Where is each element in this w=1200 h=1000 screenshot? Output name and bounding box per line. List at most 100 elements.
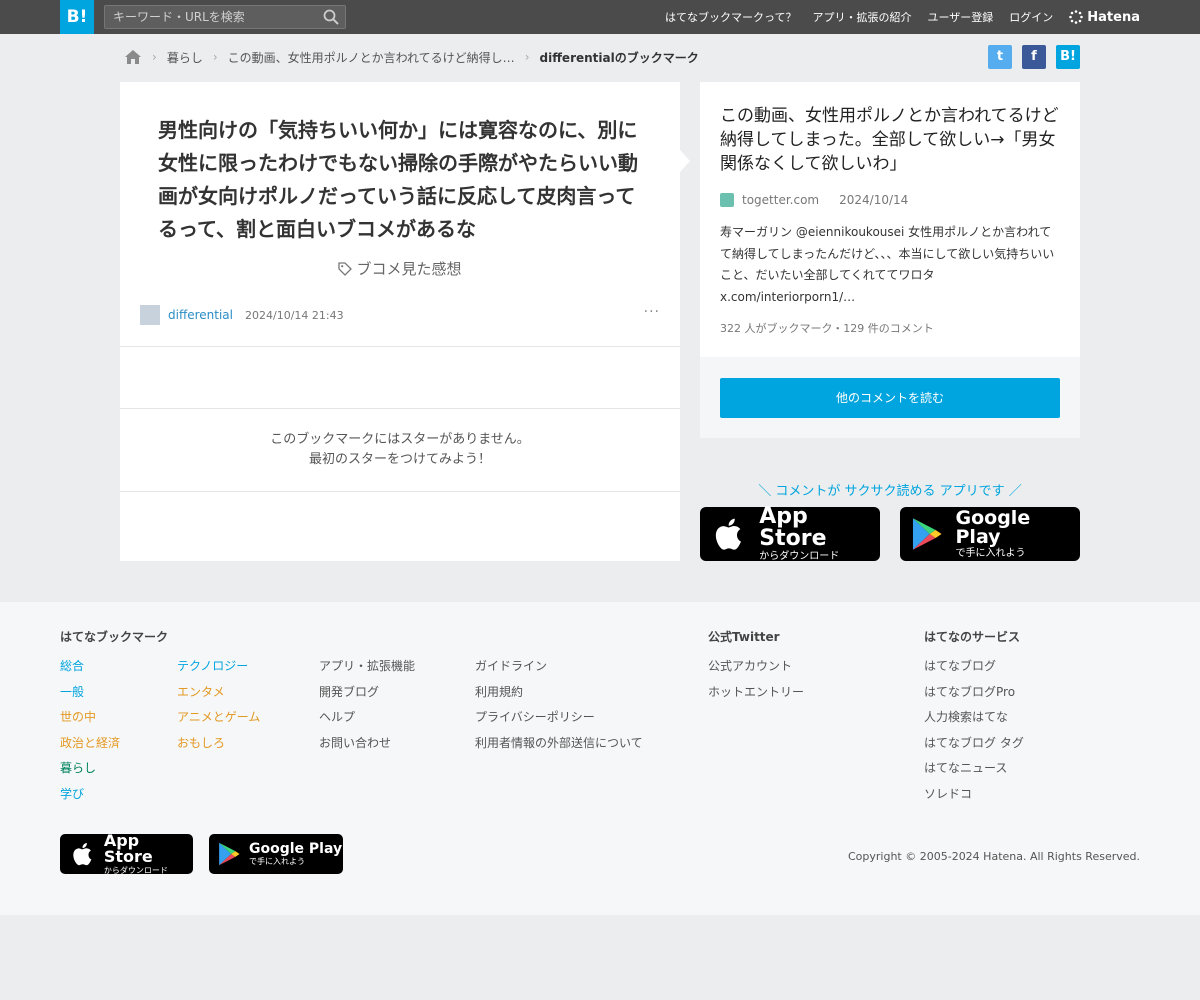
bookmark-card: 男性向けの「気持ちいい何か」には寛容なのに、別に女性に限ったわけでもない掃除の手… bbox=[120, 82, 680, 561]
footer-link-hotentry[interactable]: ホットエントリー bbox=[708, 680, 804, 706]
chevron-right-icon: › bbox=[152, 50, 157, 64]
footer-link-blog-pro[interactable]: はてなブログPro bbox=[924, 680, 1024, 706]
footer-category-col-2: テクノロジー エンタメ アニメとゲーム おもしろ bbox=[177, 654, 260, 756]
nav-about[interactable]: はてなブックマークって？ bbox=[665, 9, 796, 25]
footer-link-blog[interactable]: はてなブログ bbox=[924, 654, 1024, 680]
bookmark-tag[interactable]: ブコメ見た感想 bbox=[120, 258, 680, 279]
tag-label: ブコメ見た感想 bbox=[356, 260, 462, 278]
entry-title[interactable]: この動画、女性用ポルノとか言われてるけど納得してしまった。全部して欲しい→「男女… bbox=[720, 104, 1062, 176]
footer-link-economics[interactable]: 政治と経済 bbox=[60, 731, 120, 757]
username-link[interactable]: differential bbox=[168, 308, 233, 322]
divider bbox=[120, 346, 680, 347]
no-star-line-1: このブックマークにはスターがありません。 bbox=[270, 432, 530, 447]
bookmark-datetime[interactable]: 2024/10/14 21:43 bbox=[245, 309, 344, 322]
breadcrumb-entry[interactable]: この動画、女性用ポルノとか言われてるけど納得し… bbox=[228, 49, 515, 66]
footer-app-store-label: App Store からダウンロード bbox=[103, 831, 168, 875]
entry-meta: togetter.com 2024/10/14 bbox=[720, 193, 908, 207]
footer-link-guideline[interactable]: ガイドライン bbox=[475, 654, 643, 680]
footer-category-col-1: 総合 一般 世の中 政治と経済 暮らし 学び bbox=[60, 654, 120, 808]
footer-google-play-label: Google Play で手に入れよう bbox=[249, 841, 343, 866]
entry-date: 2024/10/14 bbox=[839, 193, 909, 207]
footer-app-store-badge[interactable]: App Store からダウンロード bbox=[60, 831, 193, 875]
footer-link-social[interactable]: 世の中 bbox=[60, 705, 120, 731]
footer-link-official-account[interactable]: 公式アカウント bbox=[708, 654, 804, 680]
footer-link-contact[interactable]: お問い合わせ bbox=[319, 731, 415, 757]
footer-link-blog-tag[interactable]: はてなブログ タグ bbox=[924, 731, 1024, 757]
top-header: B! はてなブックマークって？ アプリ・拡張の紹介 ユーザー登録 ログイン Ha… bbox=[0, 0, 1200, 34]
nav-apps[interactable]: アプリ・拡張の紹介 bbox=[813, 9, 912, 25]
footer-link-entertainment[interactable]: エンタメ bbox=[177, 680, 260, 706]
entry-excerpt: 寿マーガリン @eiennikoukousei 女性用ポルノとか言われてて納得し… bbox=[720, 225, 1055, 304]
hatena-brand-link[interactable]: Hatena bbox=[1069, 10, 1140, 25]
chevron-right-icon: › bbox=[524, 50, 530, 64]
tag-icon bbox=[338, 262, 353, 276]
hatena-dots-icon bbox=[1069, 10, 1084, 24]
app-store-label: App Store からダウンロード bbox=[759, 504, 840, 562]
footer-twitter-title: 公式Twitter bbox=[708, 630, 780, 644]
footer-hatebu-title: はてなブックマーク bbox=[60, 630, 169, 644]
more-options-icon[interactable]: ··· bbox=[644, 304, 660, 320]
footer: はてなブックマーク 総合 一般 世の中 政治と経済 暮らし 学び テクノロジー … bbox=[0, 602, 1200, 915]
bookmark-comment: 男性向けの「気持ちいい何か」には寛容なのに、別に女性に限ったわけでもない掃除の手… bbox=[158, 118, 638, 241]
footer-link-soredoko[interactable]: ソレドコ bbox=[924, 782, 1024, 808]
apple-icon bbox=[73, 842, 92, 866]
divider bbox=[120, 408, 680, 409]
nav-login[interactable]: ログイン bbox=[1009, 9, 1053, 25]
home-icon[interactable] bbox=[124, 49, 142, 65]
footer-link-external-transmission[interactable]: 利用者情報の外部送信について bbox=[475, 731, 643, 757]
no-star-line-2: 最初のスターをつけてみよう！ bbox=[308, 452, 491, 467]
footer-link-help[interactable]: ヘルプ bbox=[319, 705, 415, 731]
footer-link-terms[interactable]: 利用規約 bbox=[475, 680, 643, 706]
copyright: Copyright © 2005-2024 Hatena. All Rights… bbox=[847, 850, 1140, 863]
footer-link-apps[interactable]: アプリ・拡張機能 bbox=[319, 654, 415, 680]
entry-card-footer: 他のコメントを読む bbox=[700, 357, 1080, 438]
footer-google-play-badge[interactable]: Google Play で手に入れよう bbox=[209, 834, 343, 874]
footer-link-question[interactable]: 人力検索はてな bbox=[924, 705, 1024, 731]
breadcrumb: › 暮らし › この動画、女性用ポルノとか言われてるけど納得し… › diffe… bbox=[124, 46, 699, 68]
search-input[interactable] bbox=[105, 6, 315, 28]
footer-link-life[interactable]: 暮らし bbox=[60, 756, 120, 782]
footer-link-game[interactable]: アニメとゲーム bbox=[177, 705, 260, 731]
google-play-badge[interactable]: Google Play で手に入れよう bbox=[900, 507, 1080, 561]
share-buttons: t f B! bbox=[988, 45, 1080, 69]
app-promo-text: ＼ コメントが サクサク読める アプリです ／ bbox=[758, 484, 1022, 499]
footer-info-col-2: ガイドライン 利用規約 プライバシーポリシー 利用者情報の外部送信について bbox=[475, 654, 643, 756]
bookmark-user-row: differential 2024/10/14 21:43 ··· bbox=[140, 304, 660, 326]
search-box bbox=[104, 5, 346, 29]
footer-link-dev-blog[interactable]: 開発ブログ bbox=[319, 680, 415, 706]
footer-info-col-1: アプリ・拡張機能 開発ブログ ヘルプ お問い合わせ bbox=[319, 654, 415, 756]
entry-stats[interactable]: 322 人がブックマーク・129 件のコメント bbox=[720, 320, 934, 336]
breadcrumb-current: differentialのブックマーク bbox=[539, 50, 699, 65]
header-nav: はてなブックマークって？ アプリ・拡張の紹介 ユーザー登録 ログイン Haten… bbox=[665, 0, 1140, 34]
footer-services-title: はてなのサービス bbox=[924, 630, 1021, 644]
footer-link-privacy[interactable]: プライバシーポリシー bbox=[475, 705, 643, 731]
entry-card: この動画、女性用ポルノとか言われてるけど納得してしまった。全部して欲しい→「男女… bbox=[700, 82, 1080, 357]
card-pointer bbox=[680, 150, 690, 172]
footer-link-it[interactable]: テクノロジー bbox=[177, 654, 260, 680]
footer-twitter-col: 公式アカウント ホットエントリー bbox=[708, 654, 804, 705]
google-play-label: Google Play で手に入れよう bbox=[955, 507, 1031, 559]
footer-services-col: はてなブログ はてなブログPro 人力検索はてな はてなブログ タグ はてなニュ… bbox=[924, 654, 1024, 808]
avatar[interactable] bbox=[140, 305, 160, 325]
footer-link-general[interactable]: 総合 bbox=[60, 654, 120, 680]
nav-register[interactable]: ユーザー登録 bbox=[928, 9, 994, 25]
facebook-share-icon[interactable]: f bbox=[1022, 45, 1046, 69]
twitter-share-icon[interactable]: t bbox=[988, 45, 1012, 69]
hatena-share-icon[interactable]: B! bbox=[1056, 45, 1080, 69]
google-play-icon bbox=[219, 842, 240, 866]
read-comments-button[interactable]: 他のコメントを読む bbox=[720, 378, 1060, 418]
hatena-bookmark-logo[interactable]: B! bbox=[60, 0, 94, 34]
footer-link-news[interactable]: はてなニュース bbox=[924, 756, 1024, 782]
divider bbox=[120, 491, 680, 492]
hatena-brand-text: Hatena bbox=[1087, 9, 1140, 25]
entry-domain[interactable]: togetter.com bbox=[742, 193, 819, 207]
no-star-message: このブックマークにはスターがありません。 最初のスターをつけてみよう！ bbox=[120, 430, 680, 470]
google-play-icon bbox=[912, 518, 942, 550]
search-icon[interactable] bbox=[323, 9, 339, 25]
breadcrumb-category[interactable]: 暮らし bbox=[167, 49, 203, 66]
site-favicon-icon bbox=[720, 193, 734, 207]
footer-link-common[interactable]: 一般 bbox=[60, 680, 120, 706]
footer-link-fun[interactable]: おもしろ bbox=[177, 731, 260, 757]
app-store-badge[interactable]: App Store からダウンロード bbox=[700, 504, 880, 562]
footer-link-knowledge[interactable]: 学び bbox=[60, 782, 120, 808]
